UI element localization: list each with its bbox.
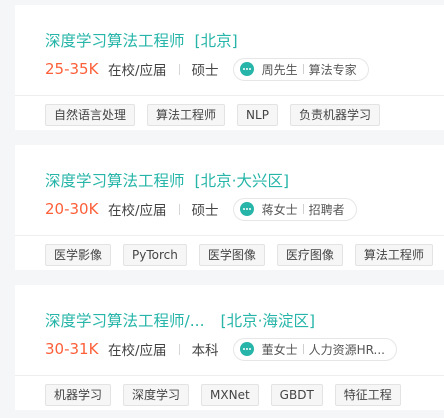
job-card[interactable]: 深度学习算法工程师 [北京] 25-35K 在校/应届 硕士 周先生 算法专家 … [15,5,444,130]
job-tag: 算法工程师 [354,244,433,266]
job-tag: 深度学习 [123,384,190,406]
job-experience: 在校/应届 [108,63,167,79]
recruiter-chip[interactable]: 董女士 人力资源HR... [232,337,397,361]
recruiter-role: 人力资源HR... [308,342,385,357]
job-tag: 自然语言处理 [45,104,136,126]
job-info-row: 30-31K 在校/应届 本科 董女士 人力资源HR... [45,337,397,361]
job-card-primary[interactable]: 深度学习算法工程师 [北京] 25-35K 在校/应届 硕士 周先生 算法专家 [15,5,444,95]
job-title-row[interactable]: 深度学习算法工程师/... [北京·海淀区] [45,307,315,333]
recruiter-role: 招聘者 [308,202,345,217]
job-list: 深度学习算法工程师 [北京] 25-35K 在校/应届 硕士 周先生 算法专家 … [0,0,444,418]
job-degree: 硕士 [191,203,219,219]
job-tag: NLP [237,104,278,126]
card-divider [15,235,444,236]
recruiter-name: 董女士 [261,342,298,357]
card-divider [15,95,444,96]
job-location: [北京·大兴区] [194,172,290,190]
job-tag: 医学图像 [198,244,265,266]
job-tag: 算法工程师 [147,104,226,126]
job-card-primary[interactable]: 深度学习算法工程师/... [北京·海淀区] 30-31K 在校/应届 本科 董… [15,285,444,375]
job-location: [北京] [194,32,238,50]
job-info-row: 25-35K 在校/应届 硕士 周先生 算法专家 [45,57,369,81]
recruiter-name: 蒋女士 [261,202,298,217]
job-tag: 机器学习 [45,384,112,406]
job-tag: 医学影像 [45,244,112,266]
job-title-row[interactable]: 深度学习算法工程师 [北京·大兴区] [45,167,289,193]
job-card[interactable]: 深度学习算法工程师 [北京·大兴区] 20-30K 在校/应届 硕士 蒋女士 招… [15,145,444,270]
job-experience: 在校/应届 [108,203,167,219]
job-tag: 负责机器学习 [289,104,380,126]
job-tags: 自然语言处理 算法工程师 NLP 负责机器学习 [45,104,392,126]
job-tags: 机器学习 深度学习 MXNet GBDT 特征工程 [45,384,413,406]
job-title-row[interactable]: 深度学习算法工程师 [北京] [45,27,238,53]
job-salary: 25-35K [45,60,99,78]
job-salary: 30-31K [45,340,99,358]
job-tag: MXNet [201,384,259,406]
job-tag: GBDT [270,384,323,406]
chat-bubble-icon [239,62,254,76]
job-experience: 在校/应届 [108,343,167,359]
job-title[interactable]: 深度学习算法工程师 [45,169,185,191]
chat-bubble-icon [239,342,254,356]
info-divider [178,203,180,215]
job-degree: 本科 [191,343,219,359]
recruiter-chip[interactable]: 周先生 算法专家 [232,57,369,81]
job-salary: 20-30K [45,200,99,218]
recruiter-name: 周先生 [261,62,298,77]
recruiter-divider [302,344,304,354]
info-divider [178,63,180,75]
job-card-primary[interactable]: 深度学习算法工程师 [北京·大兴区] 20-30K 在校/应届 硕士 蒋女士 招… [15,145,444,235]
recruiter-role: 算法专家 [308,62,357,77]
recruiter-chip[interactable]: 蒋女士 招聘者 [232,197,357,221]
job-degree: 硕士 [191,63,219,79]
job-card[interactable]: 深度学习算法工程师/... [北京·海淀区] 30-31K 在校/应届 本科 董… [15,285,444,410]
job-location: [北京·海淀区] [220,312,316,330]
job-title[interactable]: 深度学习算法工程师/... [45,309,205,331]
info-divider [178,343,180,355]
job-title[interactable]: 深度学习算法工程师 [45,29,185,51]
job-info-row: 20-30K 在校/应届 硕士 蒋女士 招聘者 [45,197,357,221]
job-tag: 特征工程 [334,384,401,406]
job-tag: 医疗图像 [276,244,343,266]
card-divider [15,375,444,376]
chat-bubble-icon [239,202,254,216]
recruiter-divider [302,204,304,214]
job-tags: 医学影像 PyTorch 医学图像 医疗图像 算法工程师 [45,244,444,266]
job-tag: PyTorch [123,244,187,266]
recruiter-divider [302,64,304,74]
